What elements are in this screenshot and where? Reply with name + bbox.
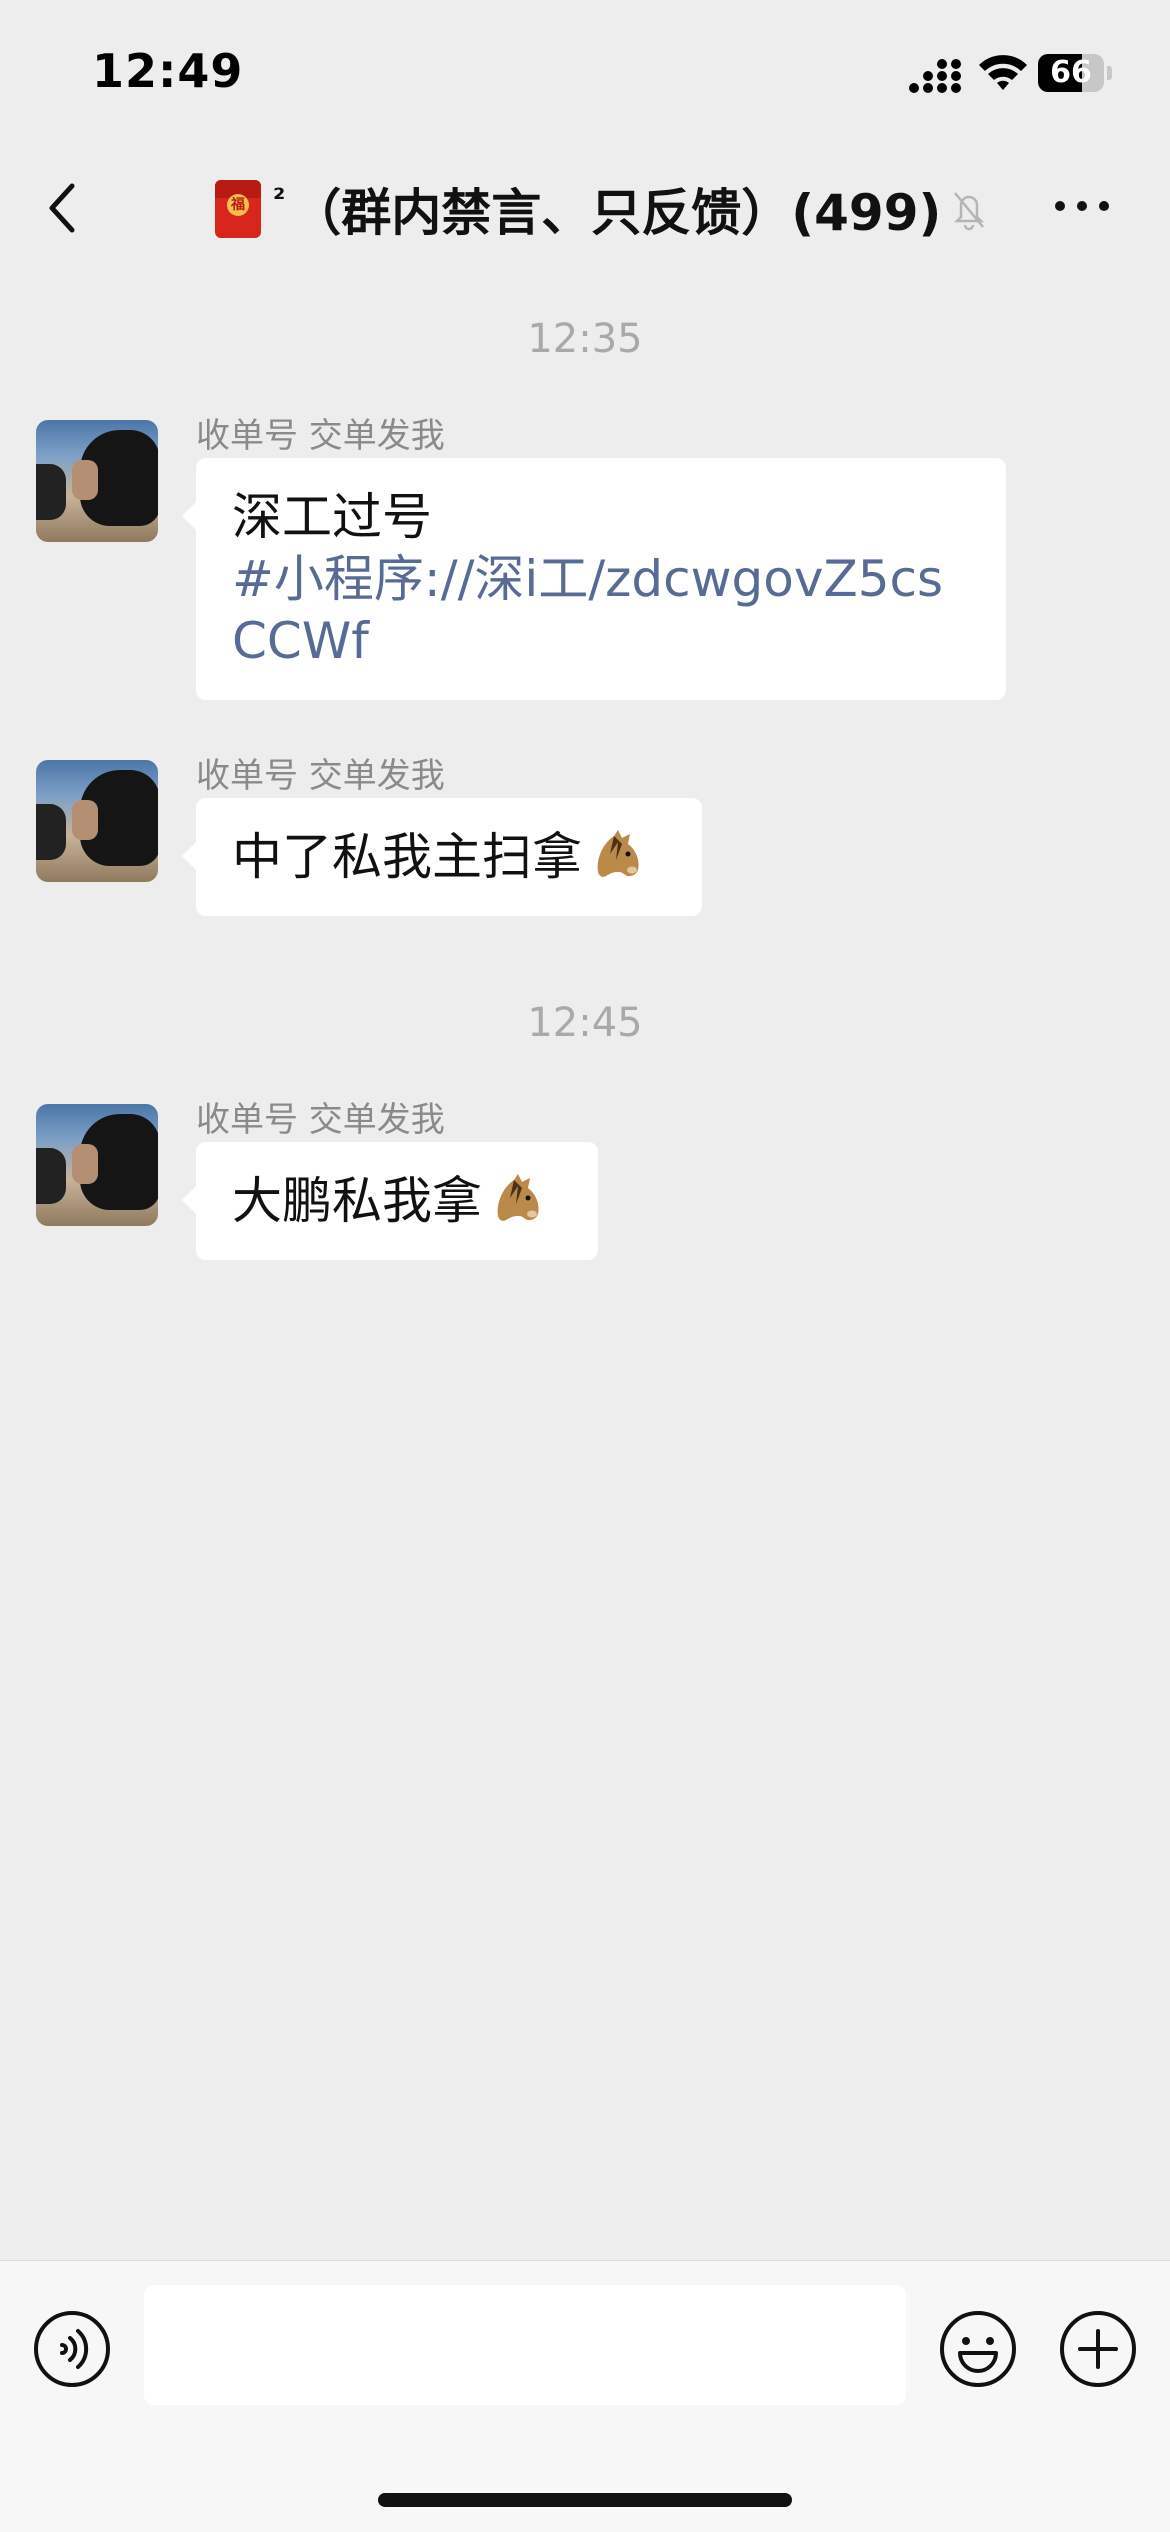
message-text: 深工过号 <box>232 488 432 546</box>
group-name: ² （群内禁言、只反馈）(499) <box>273 173 941 245</box>
status-time: 12:49 <box>92 44 244 98</box>
title-superscript: ² <box>273 182 286 215</box>
nav-bar: 福 ² （群内禁言、只反馈）(499) <box>0 140 1170 270</box>
chat-message-list[interactable]: 12:35 收单号 交单发我 深工过号 #小程序://深i工/zdcwgovZ5… <box>0 270 1170 2260</box>
battery-icon: 66 <box>1038 54 1112 92</box>
emoji-icon[interactable] <box>938 2309 1018 2389</box>
input-bar <box>0 2260 1170 2532</box>
red-envelope-icon: 福 <box>215 180 261 238</box>
status-bar: 12:49 66 <box>0 0 1170 140</box>
more-dots-icon[interactable] <box>1052 194 1112 218</box>
timestamp: 12:35 <box>527 316 643 362</box>
horse-face-icon <box>597 830 639 877</box>
timestamp: 12:45 <box>527 1000 643 1046</box>
avatar[interactable] <box>36 420 158 542</box>
message-bubble[interactable]: 中了私我主扫拿 <box>182 798 702 916</box>
sender-name: 收单号 交单发我 <box>196 756 445 796</box>
wifi-icon <box>979 55 1027 90</box>
chevron-left-icon[interactable] <box>40 178 90 238</box>
mini-program-link[interactable]: #小程序://深i工/zdcwgovZ5csCCWf <box>232 548 970 672</box>
chat-title: 福 ² （群内禁言、只反馈）(499) <box>215 174 1015 244</box>
message-text: 中了私我主扫拿 <box>232 828 582 886</box>
sender-name: 收单号 交单发我 <box>196 416 445 456</box>
battery-level: 66 <box>1050 55 1092 90</box>
plus-icon[interactable] <box>1058 2309 1138 2389</box>
bell-muted-icon <box>954 192 985 231</box>
avatar[interactable] <box>36 1104 158 1226</box>
cellular-signal-icon <box>909 59 961 93</box>
message-text: 大鹏私我拿 <box>232 1172 482 1230</box>
avatar[interactable] <box>36 760 158 882</box>
voice-icon[interactable] <box>32 2309 112 2389</box>
title-text: （群内禁言、只反馈）(499) <box>291 184 942 242</box>
message-input[interactable] <box>144 2285 906 2405</box>
horse-face-icon <box>497 1174 539 1221</box>
home-indicator[interactable] <box>378 2493 792 2507</box>
sender-name: 收单号 交单发我 <box>196 1100 445 1140</box>
message-bubble[interactable]: 深工过号 #小程序://深i工/zdcwgovZ5csCCWf <box>182 458 1006 700</box>
message-bubble[interactable]: 大鹏私我拿 <box>182 1142 598 1260</box>
